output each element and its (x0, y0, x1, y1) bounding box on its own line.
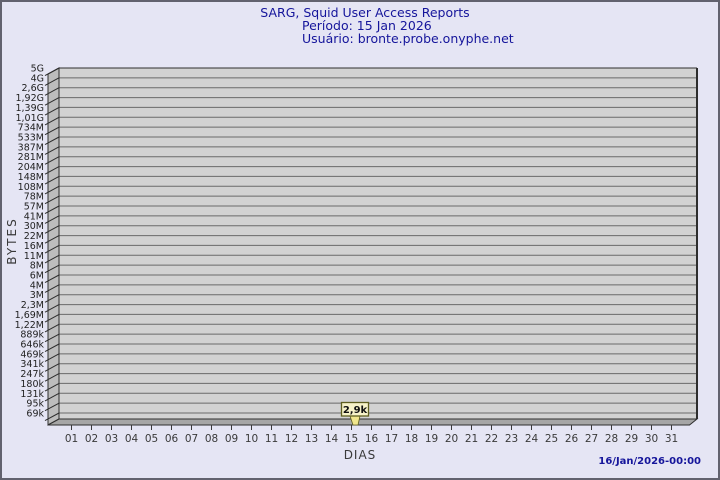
x-tick-label: 18 (405, 433, 418, 445)
x-tick-label: 06 (165, 433, 179, 445)
generated-timestamp: 16/Jan/2026-00:00 (598, 456, 701, 467)
sarg-report-page: SARG, Squid User Access Reports Período:… (0, 0, 720, 480)
x-tick-label: 13 (305, 433, 318, 445)
x-tick-label: 27 (585, 433, 598, 445)
x-tick-label: 16 (365, 433, 379, 445)
x-tick-label: 01 (65, 433, 78, 445)
x-tick-label: 11 (265, 433, 278, 445)
bytes-per-day-bar-chart: 5G4G2,6G1,92G1,39G1,01G734M533M387M281M2… (2, 2, 720, 480)
x-tick-label: 24 (525, 433, 539, 445)
x-tick-label: 04 (125, 433, 139, 445)
x-tick-label: 28 (605, 433, 618, 445)
plot-area (59, 68, 697, 419)
x-tick-label: 26 (565, 433, 579, 445)
x-tick-label: 19 (425, 433, 438, 445)
x-tick-label: 17 (385, 433, 398, 445)
x-tick-label: 23 (505, 433, 518, 445)
x-tick-label: 14 (325, 433, 339, 445)
x-tick-label: 30 (645, 433, 658, 445)
x-tick-label: 09 (225, 433, 238, 445)
x-tick-label: 20 (445, 433, 458, 445)
x-tick-label: 05 (145, 433, 158, 445)
x-tick-label: 15 (345, 433, 358, 445)
x-tick-label: 22 (485, 433, 498, 445)
x-tick-label: 25 (545, 433, 558, 445)
y-tick-label: 69k (26, 409, 44, 420)
x-tick-label: 21 (465, 433, 478, 445)
x-tick-label: 02 (85, 433, 98, 445)
x-tick-label: 07 (185, 433, 198, 445)
x-tick-label: 03 (105, 433, 118, 445)
value-callout-label: 2,9k (343, 405, 368, 416)
x-axis-floor (48, 419, 697, 425)
x-tick-label: 29 (625, 433, 638, 445)
x-tick-label: 10 (245, 433, 258, 445)
x-tick-label: 12 (285, 433, 298, 445)
x-tick-label: 08 (205, 433, 218, 445)
y-axis-title: BYTES (5, 211, 19, 271)
x-tick-label: 31 (665, 433, 678, 445)
x-axis-title: DIAS (344, 448, 377, 462)
